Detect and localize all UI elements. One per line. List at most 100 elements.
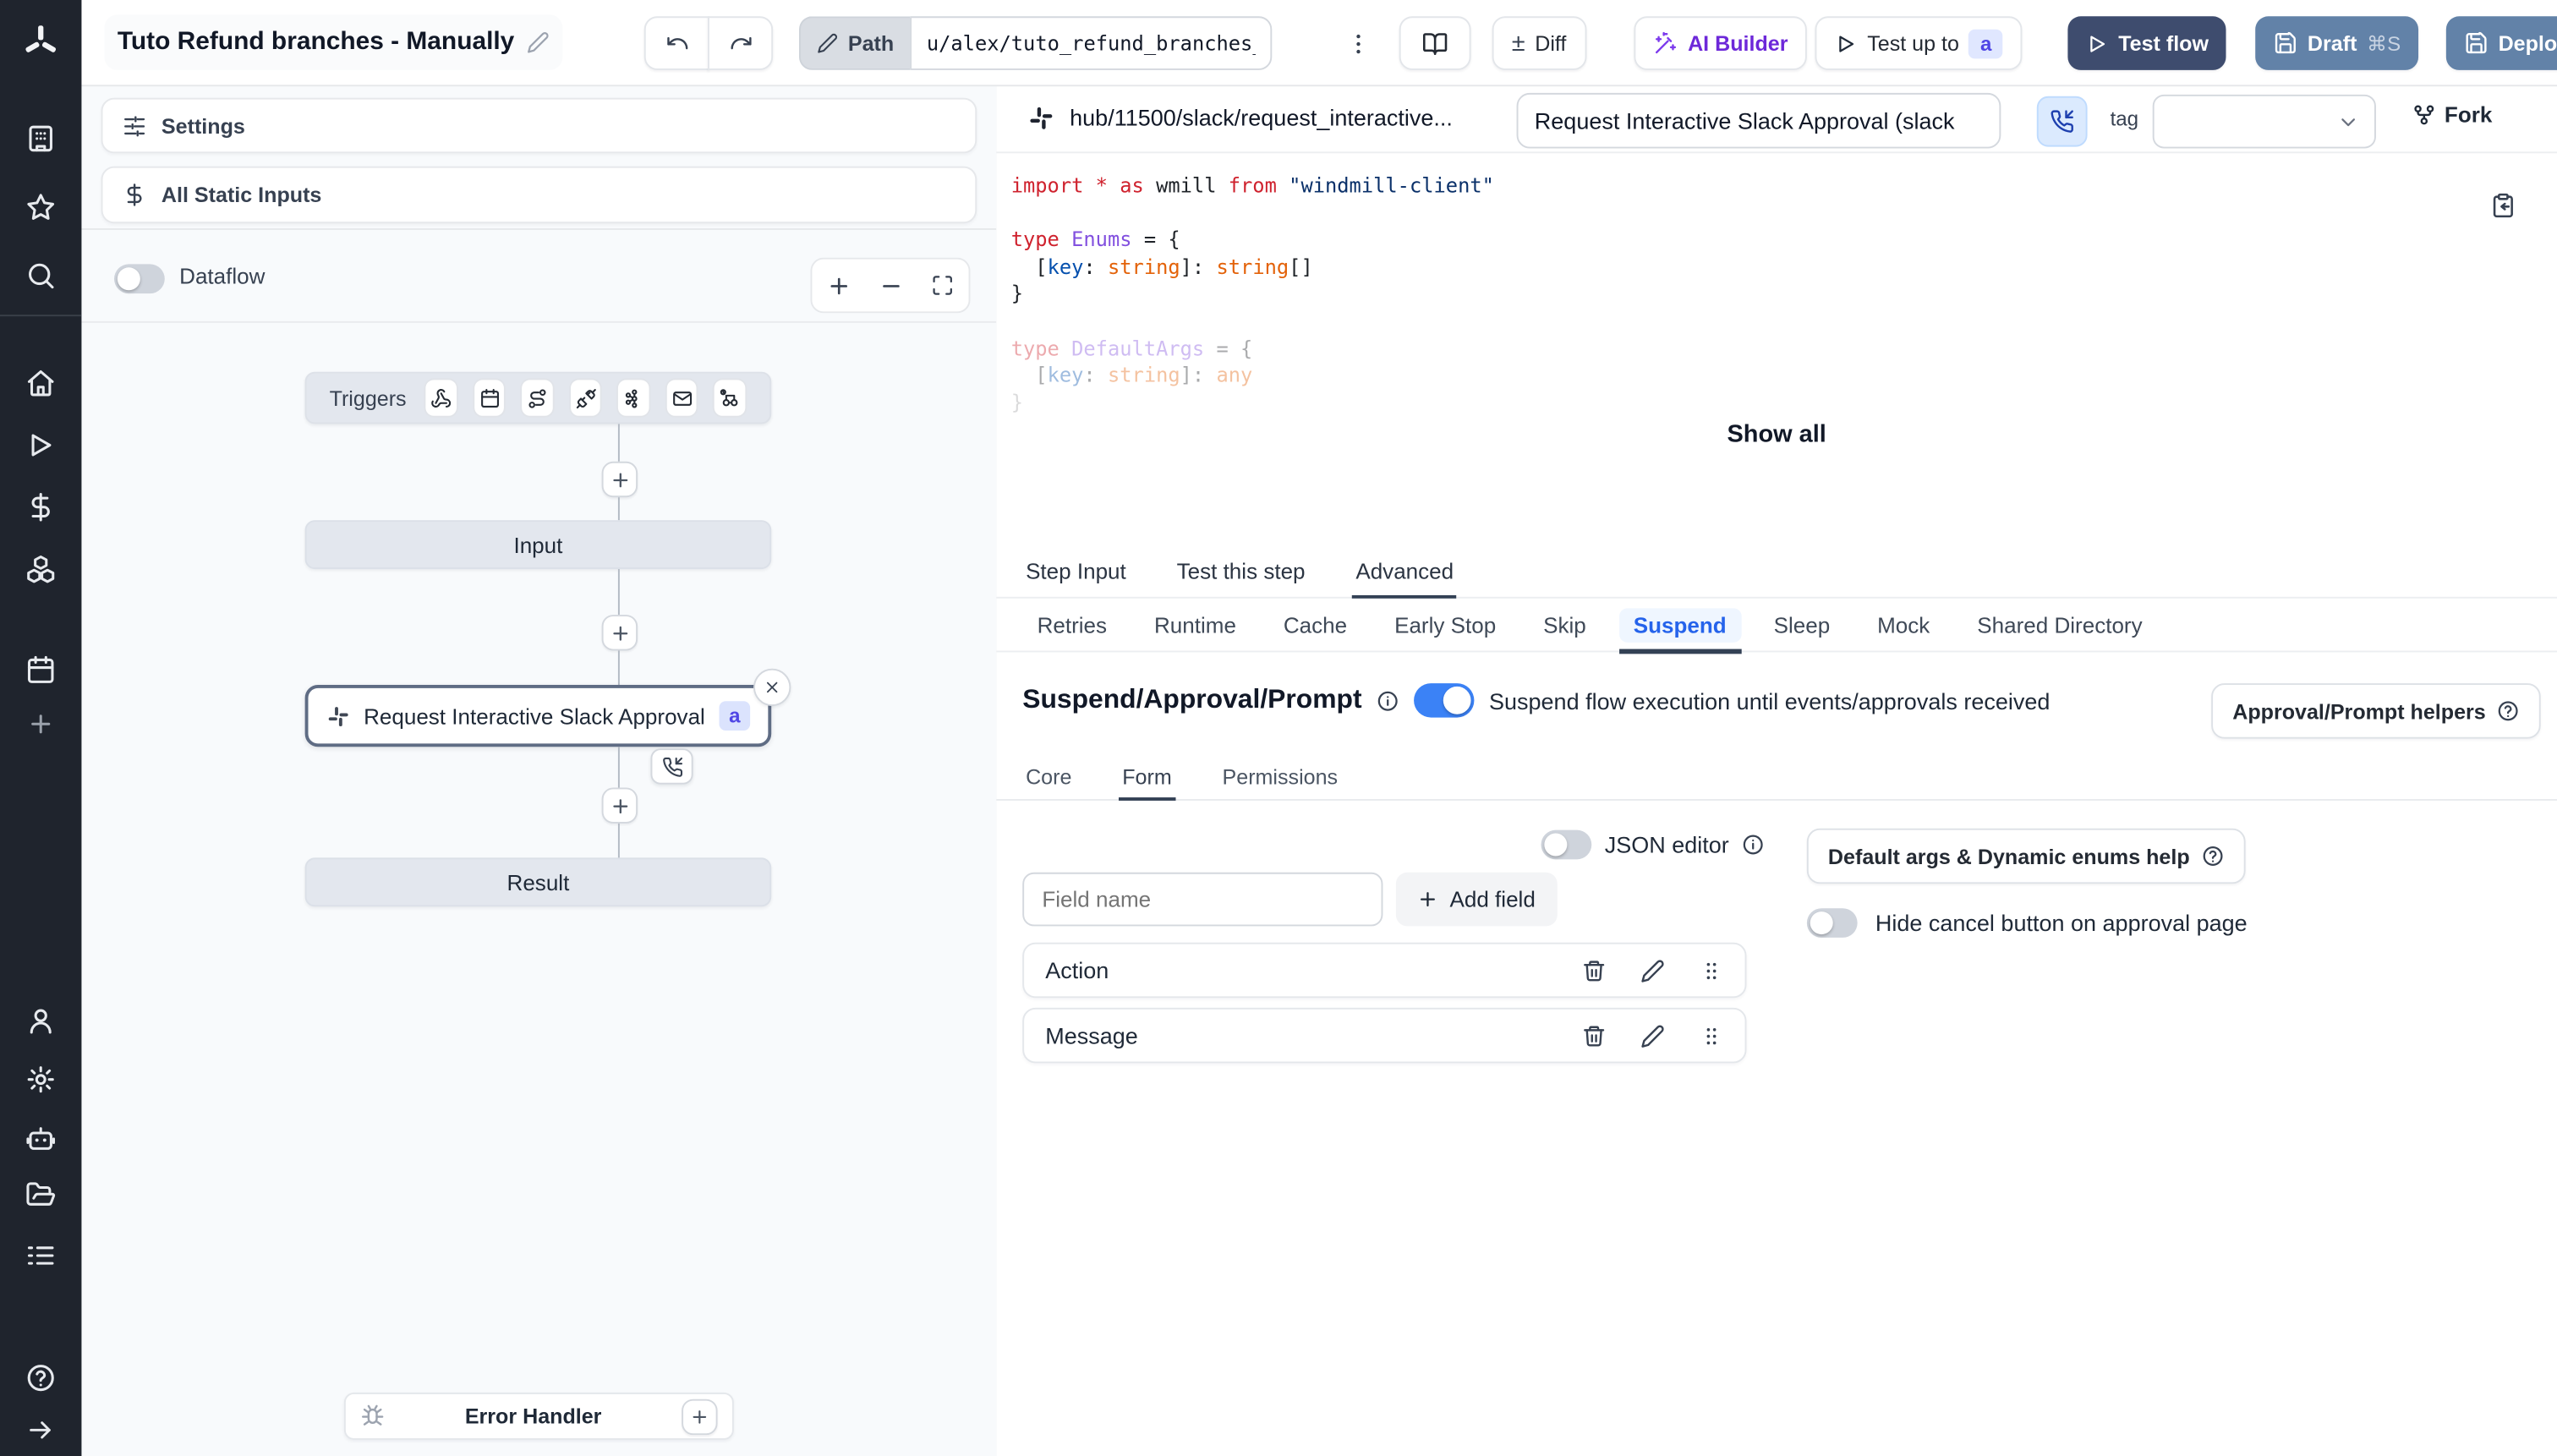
form-field-row[interactable]: Message (1022, 1007, 1747, 1064)
poll-trigger-icon[interactable] (713, 378, 747, 418)
json-editor-toggle[interactable] (1541, 829, 1592, 860)
sidebar-item-home-icon[interactable] (25, 368, 57, 399)
subtab-skip[interactable]: Skip (1529, 607, 1601, 642)
hub-script-path[interactable]: hub/11500/slack/request_interactive... (1070, 104, 1453, 130)
ai-builder-label: AI Builder (1688, 30, 1788, 56)
sidebar-item-audit-logs-icon[interactable] (25, 1240, 57, 1272)
suspend-step-badge[interactable] (650, 748, 693, 785)
test-flow-button[interactable]: Test flow (2067, 16, 2227, 70)
subtab-mock[interactable]: Mock (1863, 607, 1945, 642)
approval-helpers-button[interactable]: Approval/Prompt helpers (2211, 683, 2542, 739)
path-button[interactable]: Path (798, 16, 911, 70)
input-node[interactable]: Input (304, 520, 772, 570)
delete-field-icon[interactable] (1582, 1023, 1607, 1048)
more-menu-button[interactable] (1339, 16, 1377, 70)
form-field-row[interactable]: Action (1022, 942, 1747, 999)
code-editor[interactable]: import * as wmill from "windmill-client"… (1011, 172, 1494, 416)
sidebar-item-create-icon[interactable] (27, 710, 55, 738)
delete-field-icon[interactable] (1582, 958, 1607, 983)
insert-step-button[interactable] (601, 787, 638, 824)
step-name-input[interactable] (1516, 92, 2001, 149)
sidebar-item-favorites-icon[interactable] (25, 192, 57, 223)
edit-field-icon[interactable] (1640, 1023, 1665, 1048)
triggers-node[interactable]: Triggers (304, 371, 772, 424)
windmill-logo-icon[interactable] (19, 21, 62, 63)
edit-field-icon[interactable] (1640, 958, 1665, 983)
edit-title-icon[interactable] (528, 31, 550, 54)
tag-label: tag (2110, 107, 2139, 131)
field-name-input[interactable] (1022, 872, 1383, 927)
path-input[interactable] (910, 16, 1273, 70)
info-icon[interactable] (1377, 689, 1399, 712)
ai-builder-button[interactable]: AI Builder (1634, 16, 1808, 70)
tab-core[interactable]: Core (1022, 753, 1075, 799)
clipboard-paste-icon[interactable] (2490, 193, 2516, 219)
add-field-button[interactable]: Add field (1395, 872, 1557, 927)
email-trigger-icon[interactable] (665, 378, 699, 418)
subtab-sleep[interactable]: Sleep (1759, 607, 1844, 642)
subtab-runtime[interactable]: Runtime (1140, 607, 1251, 642)
sidebar-collapse-icon[interactable] (26, 1415, 56, 1445)
subtab-suspend[interactable]: Suspend (1618, 607, 1742, 654)
triggers-label: Triggers (329, 386, 407, 411)
sidebar-item-workers-icon[interactable] (25, 1123, 57, 1154)
sidebar-item-account-icon[interactable] (25, 1005, 57, 1037)
tag-select[interactable] (2152, 94, 2376, 149)
sidebar-help-icon[interactable] (25, 1362, 57, 1393)
sidebar-item-search-icon[interactable] (25, 260, 57, 292)
step-node-selected[interactable]: Request Interactive Slack Approval (... … (304, 684, 772, 747)
result-node[interactable]: Result (304, 857, 772, 907)
add-error-handler-button[interactable] (682, 1398, 718, 1435)
show-all-button[interactable]: Show all (996, 421, 2557, 449)
subtab-shared-directory[interactable]: Shared Directory (1963, 607, 2157, 642)
suspend-indicator-button[interactable] (2036, 96, 2088, 147)
remove-step-button[interactable] (753, 668, 791, 707)
zoom-in-icon[interactable] (826, 273, 851, 298)
dataflow-toggle[interactable] (113, 264, 165, 294)
info-icon[interactable] (1742, 833, 1765, 856)
sidebar-item-resources-icon[interactable] (25, 554, 57, 585)
default-args-help-button[interactable]: Default args & Dynamic enums help (1806, 828, 2246, 884)
subtab-retries[interactable]: Retries (1022, 607, 1121, 642)
sidebar-item-workspace-icon[interactable] (25, 123, 57, 155)
sidebar-item-variables-icon[interactable] (25, 491, 57, 523)
sidebar-item-settings-icon[interactable] (25, 1064, 57, 1095)
undo-button[interactable] (643, 16, 709, 70)
docs-button[interactable] (1399, 16, 1471, 70)
sidebar-item-runs-icon[interactable] (25, 430, 57, 461)
subtab-early-stop[interactable]: Early Stop (1380, 607, 1511, 642)
schedule-trigger-icon[interactable] (472, 378, 506, 418)
fork-button[interactable]: Fork (2412, 102, 2492, 127)
fit-view-icon[interactable] (932, 274, 955, 297)
deploy-button[interactable]: Deploy (2445, 16, 2557, 70)
subtab-cache[interactable]: Cache (1269, 607, 1362, 642)
draft-button[interactable]: Draft ⌘S (2255, 16, 2419, 70)
tab-step-input[interactable]: Step Input (1022, 546, 1129, 597)
insert-step-button[interactable] (601, 461, 638, 498)
redo-button[interactable] (707, 16, 774, 70)
static-inputs-button[interactable]: All Static Inputs (101, 166, 977, 224)
drag-handle-icon[interactable] (1700, 1023, 1724, 1048)
webhook-trigger-icon[interactable] (424, 378, 458, 418)
suspend-enable-toggle[interactable] (1414, 683, 1475, 718)
step-badge: a (1968, 28, 2003, 58)
sidebar-item-folders-icon[interactable] (25, 1180, 57, 1211)
drag-handle-icon[interactable] (1700, 958, 1724, 983)
insert-step-button[interactable] (601, 615, 638, 651)
test-up-to-button[interactable]: Test up to a (1815, 16, 2023, 70)
hide-cancel-toggle[interactable] (1806, 908, 1858, 938)
tab-advanced[interactable]: Advanced (1352, 546, 1458, 599)
kafka-trigger-icon[interactable] (616, 378, 651, 418)
sidebar-item-schedules-icon[interactable] (25, 654, 57, 686)
diff-button[interactable]: ± Diff (1492, 16, 1586, 70)
tab-test-this-step[interactable]: Test this step (1174, 546, 1309, 597)
tab-permissions[interactable]: Permissions (1219, 753, 1341, 799)
error-handler-node[interactable]: Error Handler (343, 1392, 734, 1440)
tab-form[interactable]: Form (1119, 753, 1176, 801)
websocket-trigger-icon[interactable] (568, 378, 603, 418)
http-route-trigger-icon[interactable] (520, 378, 555, 418)
flow-settings-button[interactable]: Settings (101, 97, 977, 154)
flow-title[interactable]: Tuto Refund branches - Manually (104, 14, 564, 70)
zoom-out-icon[interactable] (879, 273, 903, 298)
path-pencil-icon (817, 33, 838, 54)
